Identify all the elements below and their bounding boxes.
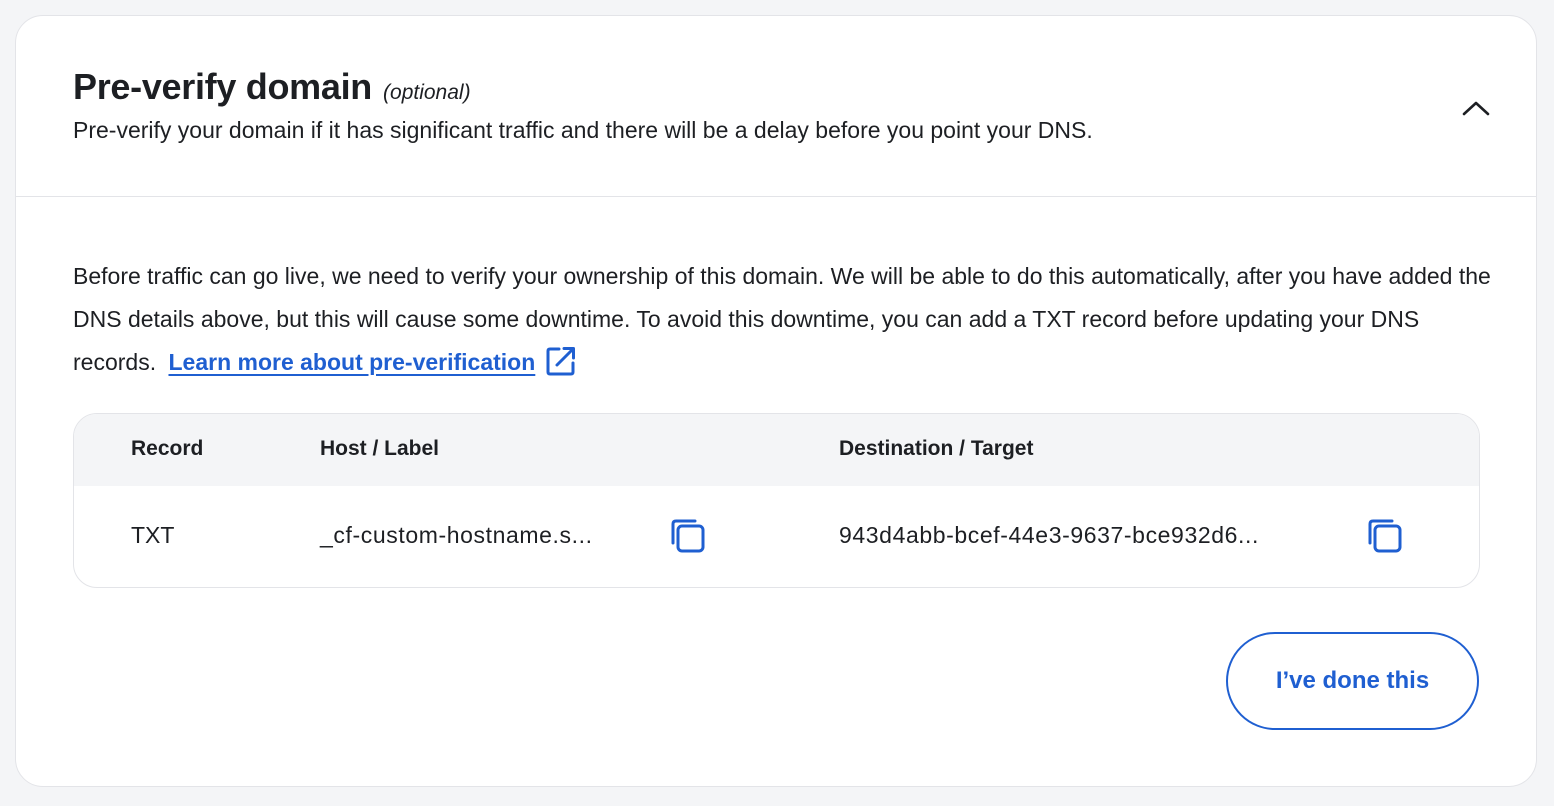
chevron-up-icon bbox=[1462, 101, 1490, 116]
card-body: Before traffic can go live, we need to v… bbox=[16, 197, 1536, 786]
copy-host-icon[interactable] bbox=[668, 516, 708, 556]
copy-destination-icon[interactable] bbox=[1365, 516, 1405, 556]
column-header-record: Record bbox=[131, 437, 204, 460]
destination-cell: 943d4abb-bcef-44e3-9637-bce932d6... bbox=[839, 522, 1259, 548]
done-button[interactable]: I’ve done this bbox=[1226, 632, 1479, 730]
dns-record-table: Record Host / Label Destination / Target… bbox=[73, 413, 1480, 588]
section-subtitle: Pre-verify your domain if it has signifi… bbox=[73, 117, 1093, 143]
column-header-destination: Destination / Target bbox=[839, 437, 1034, 460]
table-header: Record Host / Label Destination / Target bbox=[74, 414, 1479, 486]
description: Before traffic can go live, we need to v… bbox=[73, 255, 1493, 384]
card-header[interactable]: Pre-verify domain (optional) Pre-verify … bbox=[16, 16, 1536, 197]
pre-verify-domain-card: Pre-verify domain (optional) Pre-verify … bbox=[15, 15, 1537, 787]
column-header-host: Host / Label bbox=[320, 437, 440, 460]
learn-more-link[interactable]: Learn more about pre-verification bbox=[168, 349, 535, 375]
collapse-button[interactable] bbox=[1456, 92, 1496, 124]
optional-label: (optional) bbox=[383, 81, 471, 104]
host-cell: _cf-custom-hostname.s... bbox=[320, 522, 593, 548]
section-title: Pre-verify domain bbox=[73, 66, 373, 107]
record-type-cell: TXT bbox=[131, 522, 175, 548]
external-link-icon[interactable] bbox=[545, 345, 579, 377]
title-row: Pre-verify domain (optional) bbox=[73, 66, 471, 108]
table-row: TXT _cf-custom-hostname.s... 943d4abb-bc… bbox=[74, 486, 1479, 587]
